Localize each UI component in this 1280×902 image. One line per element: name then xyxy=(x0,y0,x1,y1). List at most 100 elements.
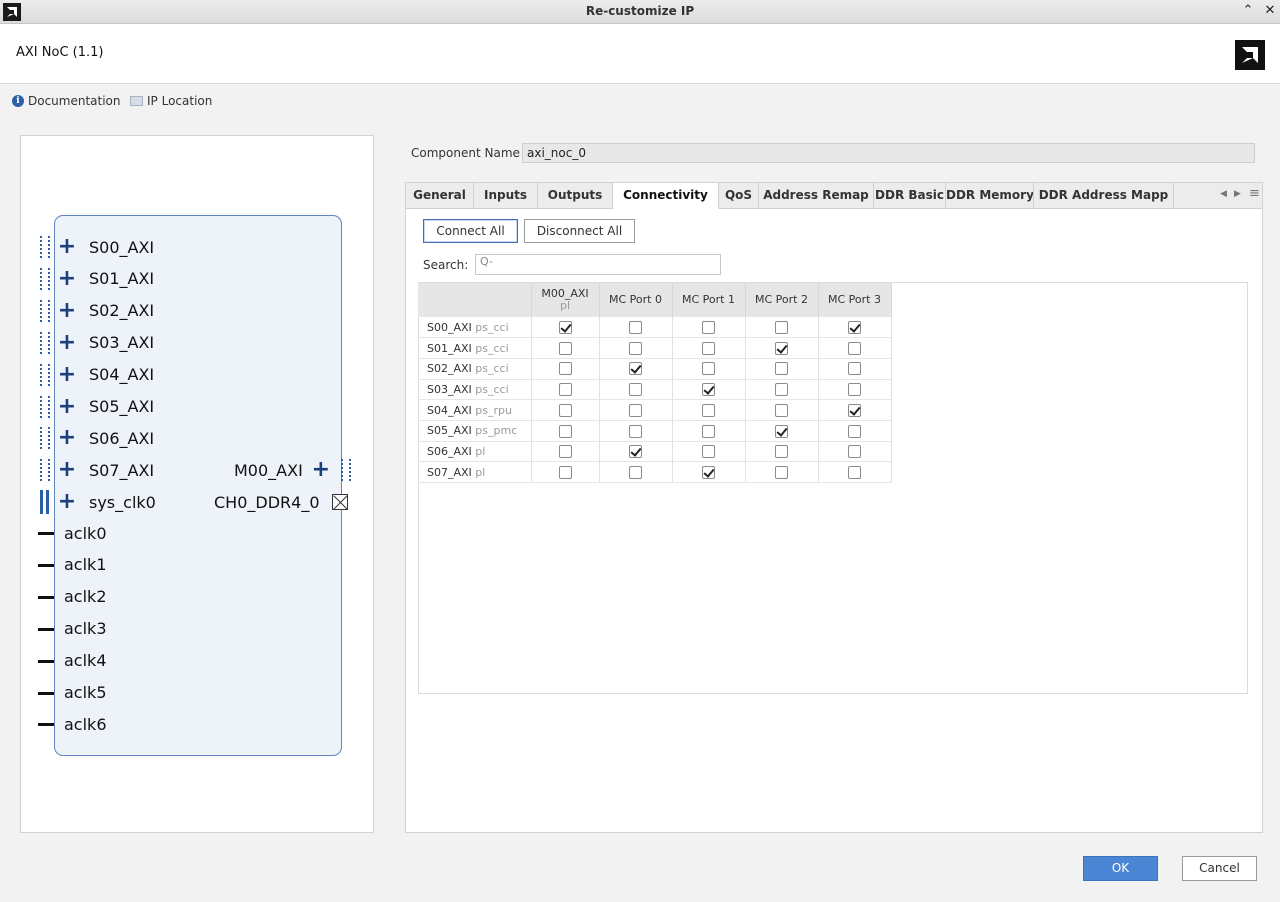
disconnect-all-button[interactable]: Disconnect All xyxy=(524,219,635,243)
connection-checkbox[interactable] xyxy=(702,320,715,334)
clock-port-aclk0[interactable]: aclk0 xyxy=(64,522,107,544)
connection-checkbox[interactable] xyxy=(629,424,642,438)
connection-checkbox[interactable] xyxy=(702,445,715,459)
connection-checkbox[interactable] xyxy=(629,383,642,397)
connection-checkbox[interactable] xyxy=(848,424,861,438)
sys-clk-port[interactable]: + sys_clk0 xyxy=(57,491,156,513)
master-port-m00-axi[interactable]: M00_AXI + xyxy=(234,459,331,481)
component-name-field[interactable]: axi_noc_0 xyxy=(522,143,1255,163)
connection-checkbox[interactable] xyxy=(629,445,642,459)
connection-checkbox[interactable] xyxy=(775,341,788,355)
row-label: S06_AXI pl xyxy=(418,441,532,463)
search-input[interactable]: Q- xyxy=(475,254,721,275)
connection-checkbox[interactable] xyxy=(775,445,788,459)
matrix-cell xyxy=(599,461,673,483)
connection-checkbox[interactable] xyxy=(629,362,642,376)
clock-port-aclk4[interactable]: aclk4 xyxy=(64,650,107,672)
tab-menu-icon[interactable]: ≡ xyxy=(1249,186,1260,201)
slave-port-s03-axi[interactable]: + S03_AXI xyxy=(57,331,154,354)
connection-checkbox[interactable] xyxy=(629,465,642,479)
expand-plus-icon[interactable]: + xyxy=(57,395,77,417)
connection-checkbox[interactable] xyxy=(775,362,788,376)
ddr-port[interactable]: CH0_DDR4_0 xyxy=(214,491,320,513)
table-row: S05_AXI ps_pmc xyxy=(418,420,892,442)
tab-qos[interactable]: QoS xyxy=(719,183,759,209)
expand-plus-icon[interactable]: + xyxy=(57,236,77,258)
connection-checkbox[interactable] xyxy=(848,383,861,397)
connection-checkbox[interactable] xyxy=(775,320,788,334)
tab-ddr-address-mapp[interactable]: DDR Address Mapp xyxy=(1034,183,1174,209)
expand-plus-icon[interactable]: + xyxy=(57,491,77,513)
tab-connectivity[interactable]: Connectivity xyxy=(613,183,719,209)
slave-port-s04-axi[interactable]: + S04_AXI xyxy=(57,363,154,386)
connection-checkbox[interactable] xyxy=(702,465,715,479)
amd-logo-icon xyxy=(1235,40,1265,70)
expand-plus-icon[interactable]: + xyxy=(57,363,77,385)
clock-port-aclk5[interactable]: aclk5 xyxy=(64,682,107,704)
connect-all-button[interactable]: Connect All xyxy=(423,219,518,243)
tab-inputs[interactable]: Inputs xyxy=(474,183,538,209)
clock-port-aclk2[interactable]: aclk2 xyxy=(64,586,107,608)
connection-checkbox[interactable] xyxy=(848,341,861,355)
tab-general[interactable]: General xyxy=(406,183,474,209)
connection-checkbox[interactable] xyxy=(848,362,861,376)
tab-scroll-right-icon[interactable]: ▶ xyxy=(1234,189,1241,199)
connection-checkbox[interactable] xyxy=(558,362,572,376)
expand-plus-icon[interactable]: + xyxy=(57,331,77,353)
expand-plus-icon[interactable]: + xyxy=(311,459,331,481)
documentation-link[interactable]: i Documentation xyxy=(12,94,121,108)
connection-checkbox[interactable] xyxy=(558,445,572,459)
minimize-chevron-icon[interactable]: ⌃ xyxy=(1240,3,1256,19)
connection-checkbox[interactable] xyxy=(775,424,788,438)
slave-port-s05-axi[interactable]: + S05_AXI xyxy=(57,395,154,418)
connection-checkbox[interactable] xyxy=(629,341,642,355)
tab-ddr-basic[interactable]: DDR Basic xyxy=(874,183,946,209)
expand-plus-icon[interactable]: + xyxy=(57,267,77,289)
expand-plus-icon[interactable]: + xyxy=(57,299,77,321)
expand-plus-icon[interactable]: + xyxy=(57,427,77,449)
connection-checkbox[interactable] xyxy=(775,403,788,417)
port-label: aclk5 xyxy=(64,683,107,702)
slave-port-s06-axi[interactable]: + S06_AXI xyxy=(57,427,154,449)
ip-location-link[interactable]: IP Location xyxy=(130,94,212,108)
close-icon[interactable]: ✕ xyxy=(1262,3,1278,19)
connection-checkbox[interactable] xyxy=(558,403,572,417)
connection-checkbox[interactable] xyxy=(702,341,715,355)
connection-checkbox[interactable] xyxy=(848,445,861,459)
connection-checkbox[interactable] xyxy=(558,383,572,397)
cancel-button[interactable]: Cancel xyxy=(1182,856,1257,881)
info-icon: i xyxy=(12,95,24,107)
matrix-cell xyxy=(531,399,600,421)
slave-port-s07-axi[interactable]: + S07_AXI xyxy=(57,459,154,481)
connection-checkbox[interactable] xyxy=(848,320,861,334)
tab-scroll-left-icon[interactable]: ◀ xyxy=(1220,189,1227,199)
connection-checkbox[interactable] xyxy=(702,362,715,376)
connection-checkbox[interactable] xyxy=(775,465,788,479)
connection-checkbox[interactable] xyxy=(702,383,715,397)
connection-checkbox[interactable] xyxy=(848,465,861,479)
connection-checkbox[interactable] xyxy=(775,383,788,397)
connection-checkbox[interactable] xyxy=(629,403,642,417)
connection-checkbox[interactable] xyxy=(558,341,572,355)
expand-plus-icon[interactable]: + xyxy=(57,459,77,481)
connection-checkbox[interactable] xyxy=(558,320,572,334)
connection-checkbox[interactable] xyxy=(702,403,715,417)
connection-checkbox[interactable] xyxy=(558,424,572,438)
clock-port-aclk3[interactable]: aclk3 xyxy=(64,618,107,640)
tab-outputs[interactable]: Outputs xyxy=(538,183,613,209)
connection-checkbox[interactable] xyxy=(558,465,572,479)
port-label: aclk2 xyxy=(64,587,107,607)
row-port-source: pl xyxy=(475,465,486,479)
slave-port-s00-axi[interactable]: + S00_AXI xyxy=(57,236,154,258)
ok-button[interactable]: OK xyxy=(1083,856,1158,881)
connection-checkbox[interactable] xyxy=(702,424,715,438)
connection-checkbox[interactable] xyxy=(629,320,642,334)
clock-port-aclk1[interactable]: aclk1 xyxy=(64,554,107,576)
slave-port-s02-axi[interactable]: + S02_AXI xyxy=(57,299,154,322)
slave-port-s01-axi[interactable]: + S01_AXI xyxy=(57,267,154,290)
tab-address-remap[interactable]: Address Remap xyxy=(759,183,874,209)
matrix-cell xyxy=(531,420,600,442)
tab-ddr-memory[interactable]: DDR Memory xyxy=(946,183,1034,209)
clock-port-aclk6[interactable]: aclk6 xyxy=(64,713,107,735)
connection-checkbox[interactable] xyxy=(848,403,861,417)
